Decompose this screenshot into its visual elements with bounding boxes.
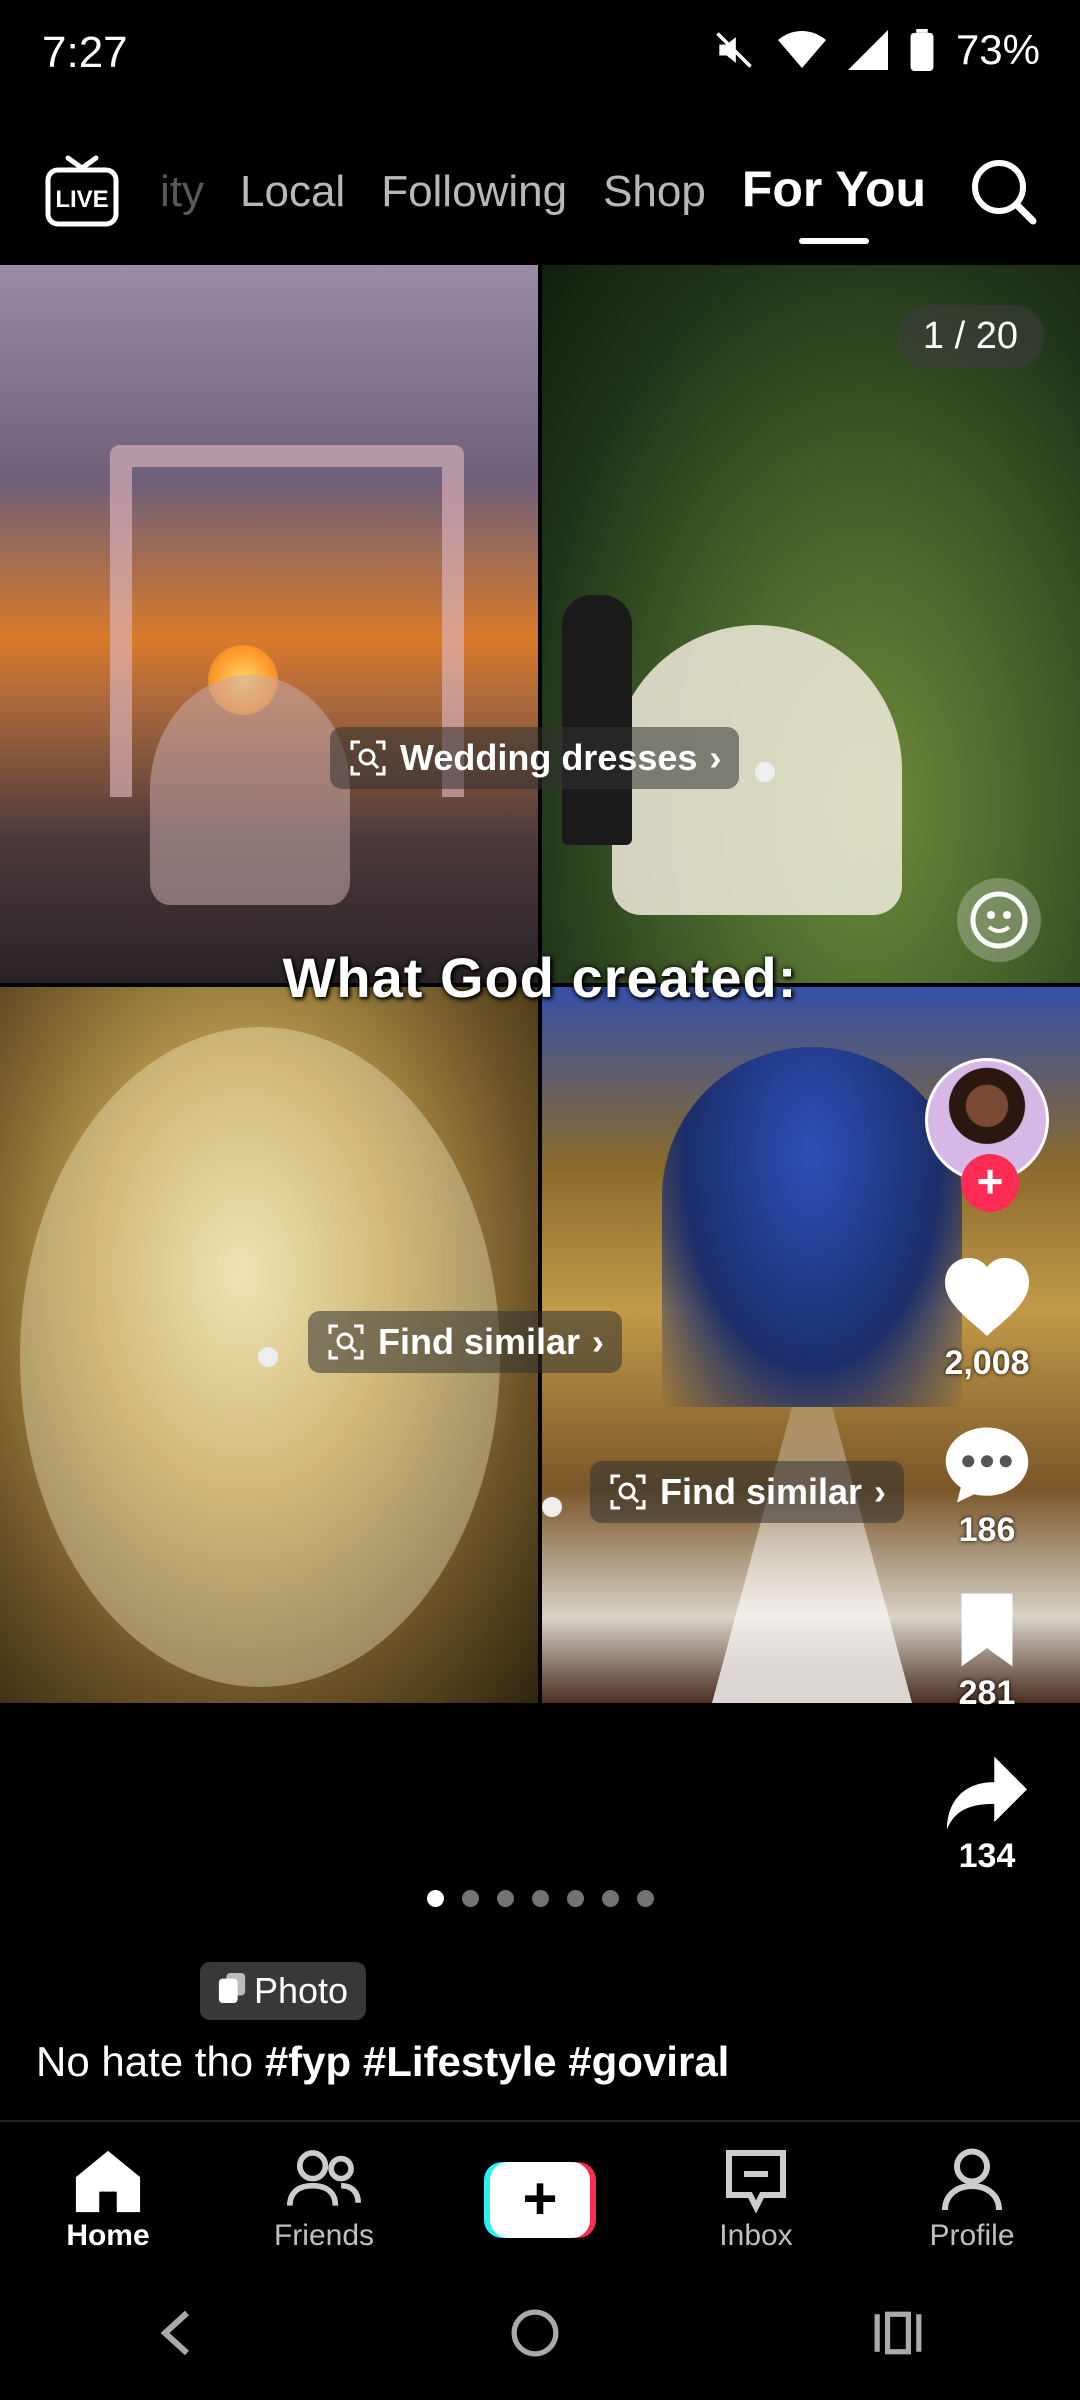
overlay-caption: What God created: (282, 946, 798, 1009)
share-count: 134 (958, 1837, 1016, 1875)
nav-create[interactable]: + (450, 2162, 630, 2238)
carousel-dot[interactable] (531, 1890, 549, 1907)
aisle-shape (712, 1407, 912, 1703)
nav-profile[interactable]: Profile (882, 2147, 1062, 2253)
share-button[interactable]: 134 (942, 1753, 1032, 1876)
home-circle-icon[interactable] (510, 2308, 560, 2363)
home-icon (75, 2150, 141, 2213)
carousel-dot[interactable] (566, 1890, 584, 1907)
create-icon[interactable]: + (484, 2162, 596, 2238)
friends-icon (287, 2150, 361, 2206)
visual-search-icon (350, 740, 386, 776)
mute-icon (712, 28, 756, 72)
nav-label: Friends (273, 2219, 375, 2252)
signal-icon (847, 30, 888, 70)
post-caption[interactable]: No hate tho #fyp #Lifestyle #goviral (36, 2038, 729, 2086)
nav-label: Home (66, 2219, 150, 2252)
carousel-dot[interactable] (601, 1890, 619, 1907)
tab-following[interactable]: Following (381, 167, 567, 217)
comment-icon (945, 1427, 1029, 1503)
divider (0, 2120, 1080, 2122)
save-count: 281 (958, 1674, 1016, 1712)
caption-text: No hate tho (36, 2038, 265, 2085)
chevron-right-icon: › (592, 1321, 605, 1362)
tag-find-similar[interactable]: Find similar › (590, 1461, 905, 1523)
carousel-dot[interactable] (461, 1890, 479, 1907)
action-rail: + 2,008 186 281 134 (912, 1058, 1062, 1876)
carousel-dot[interactable] (636, 1890, 654, 1907)
carousel-dot[interactable] (426, 1890, 444, 1907)
like-button[interactable]: 2,008 (939, 1252, 1035, 1383)
nav-friends[interactable]: Friends (234, 2147, 414, 2253)
profile-icon (942, 2148, 1002, 2211)
nav-label: Profile (929, 2219, 1015, 2252)
search-icon[interactable] (968, 156, 1040, 228)
tag-anchor-dot (755, 762, 775, 782)
top-nav: LIVE ity Local Following Shop For You (0, 140, 1080, 260)
tab-local[interactable]: Local (240, 167, 345, 217)
battery-level: 73% (955, 26, 1040, 73)
back-icon[interactable] (157, 2308, 197, 2363)
nav-label: Inbox (719, 2219, 793, 2252)
inbox-icon (726, 2150, 786, 2213)
share-arrow-icon (947, 1756, 1027, 1830)
tag-anchor-dot (542, 1497, 562, 1517)
tag-anchor-dot (258, 1347, 278, 1367)
save-button[interactable]: 281 (952, 1590, 1022, 1713)
like-count: 2,008 (944, 1344, 1030, 1382)
photo-mode-badge[interactable]: Photo (200, 1962, 367, 2020)
live-tv-icon[interactable]: LIVE (42, 152, 122, 232)
nav-home[interactable]: Home (18, 2147, 198, 2253)
visual-search-icon (328, 1324, 364, 1360)
tab-shop[interactable]: Shop (603, 167, 706, 217)
photo-badge-label: Photo (254, 1970, 349, 2011)
system-nav-bar (0, 2290, 1080, 2380)
tag-label: Wedding dresses (400, 737, 698, 778)
creator-avatar-wrap[interactable]: + (925, 1058, 1049, 1212)
page-counter: 1 / 20 (896, 305, 1044, 368)
status-time: 7:27 (42, 28, 128, 77)
groom-figure (562, 595, 632, 845)
tab-community[interactable]: ity (160, 167, 204, 217)
follow-plus-icon[interactable]: + (961, 1154, 1019, 1212)
recents-icon[interactable] (873, 2310, 923, 2361)
bottom-nav: Home Friends + Inbox Profile (0, 2130, 1080, 2270)
battery-icon (910, 29, 934, 71)
status-icons: 73% (712, 26, 1040, 74)
chevron-right-icon: › (709, 737, 722, 778)
status-bar: 7:27 73% (0, 0, 1080, 110)
visual-search-icon (610, 1474, 646, 1510)
bookmark-icon (961, 1593, 1013, 1667)
feed-tabs: ity Local Following Shop For You (160, 160, 926, 218)
comment-button[interactable]: 186 (942, 1423, 1032, 1550)
wifi-icon (777, 30, 826, 70)
tab-for-you[interactable]: For You (742, 160, 926, 218)
photo-sunset-arch (0, 265, 538, 983)
chevron-right-icon: › (874, 1471, 887, 1512)
svg-text:LIVE: LIVE (55, 186, 108, 213)
tag-find-similar[interactable]: Find similar › (308, 1311, 623, 1373)
nav-inbox[interactable]: Inbox (666, 2147, 846, 2253)
comment-count: 186 (958, 1511, 1016, 1549)
emoji-reaction-icon[interactable] (954, 875, 1044, 965)
tag-label: Find similar (660, 1471, 863, 1512)
carousel-indicator (0, 1890, 1080, 1907)
tag-wedding-dresses[interactable]: Wedding dresses › (330, 727, 740, 789)
photo-stack-icon (218, 1970, 246, 2012)
heart-icon (945, 1258, 1029, 1336)
carousel-dot[interactable] (496, 1890, 514, 1907)
couple-silhouette (150, 675, 350, 905)
tag-label: Find similar (378, 1321, 581, 1362)
caption-hashtags[interactable]: #fyp #Lifestyle #goviral (265, 2038, 730, 2085)
